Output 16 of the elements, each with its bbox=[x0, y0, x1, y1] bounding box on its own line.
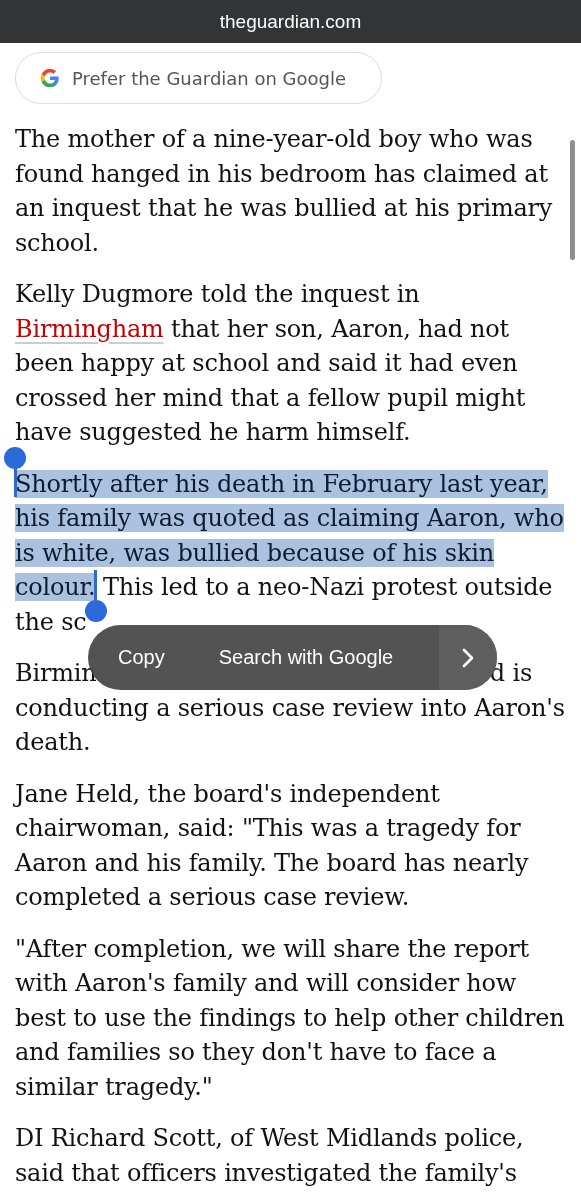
article-paragraph: Kelly Dugmore told the inquest in Birmingham that her son, Aaron, had not been happy at school and said it had even crossed her mind that a fellow pupil might have suggested he harm himself. bbox=[15, 279, 527, 448]
article-paragraph: DI Richard Scott, of West Midlands police, said that officers investigated the family's bbox=[15, 1123, 525, 1189]
article-paragraph: The mother of a nine-year-old boy who was found hanged in his bedroom has claimed at an inquest that he was bullied at his primary school. bbox=[15, 124, 554, 259]
menu-item[interactable]: Copy bbox=[102, 625, 181, 690]
prefer-guardian-button[interactable]: Prefer the Guardian on Google bbox=[15, 52, 382, 104]
google-logo-icon bbox=[40, 68, 60, 88]
address-bar[interactable]: theguardian.com bbox=[0, 0, 581, 43]
article-text-line: conducting a serious case review into Aaron's bbox=[15, 692, 565, 724]
article-paragraph: "After completion, we will share the report with Aaron's family and will consider how best to use the findings to help other children and families so they don't have to face a similar tragedy." bbox=[15, 933, 566, 1103]
menu-item[interactable]: Search with Google bbox=[202, 625, 410, 690]
birmingham-link[interactable]: Birmingham bbox=[15, 314, 164, 343]
chevron-right-icon bbox=[462, 647, 474, 668]
domain-text: theguardian.com bbox=[219, 10, 362, 33]
article-paragraph: Jane Held, the board's independent chairwoman, said: "This was a tragedy for Aaron and his family. The board has nearly completed a serious case review. bbox=[15, 778, 530, 913]
article-text-line: Birmin bbox=[15, 658, 97, 689]
article-text-line: death. bbox=[15, 727, 91, 758]
